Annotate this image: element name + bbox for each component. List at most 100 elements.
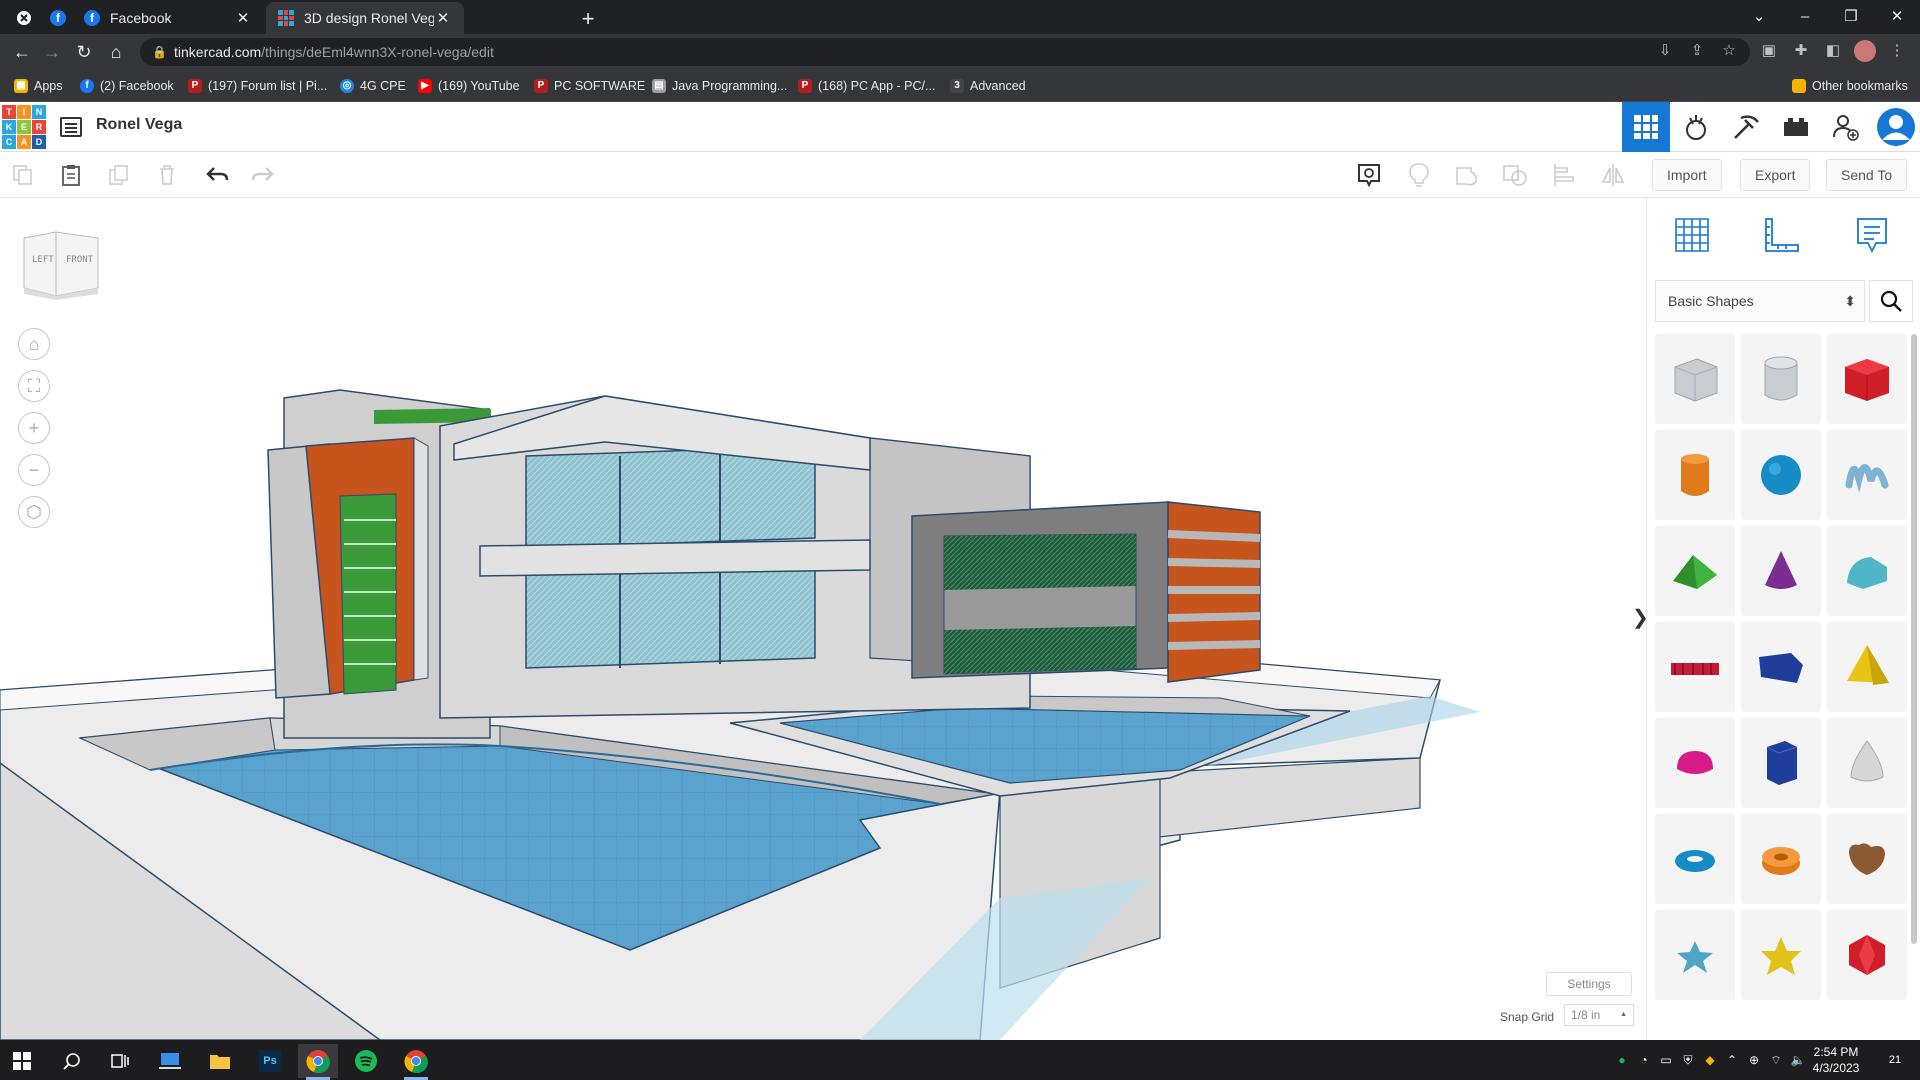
shape-round-roof[interactable]: [1827, 526, 1907, 616]
bookmark-star-icon[interactable]: ☆: [1718, 40, 1740, 62]
tray-network-icon[interactable]: ⊕: [1746, 1052, 1762, 1068]
bookmark-youtube[interactable]: ▶ (169) YouTube: [418, 77, 520, 95]
shape-cylinder[interactable]: [1655, 430, 1735, 520]
collapse-panel-button[interactable]: ❯: [1632, 598, 1646, 638]
user-avatar[interactable]: [1872, 102, 1920, 152]
tray-wifi-icon[interactable]: ⌔: [1768, 1052, 1784, 1068]
import-button[interactable]: Import: [1652, 159, 1722, 191]
task-view-button[interactable]: [100, 1044, 140, 1078]
design-title[interactable]: Ronel Vega: [96, 116, 182, 134]
chrome-menu-icon[interactable]: ⋮: [1886, 40, 1908, 62]
workplane-canvas[interactable]: LEFT FRONT ⌂ ⛶ + − ⬡ ❯ Settings Snap Gri…: [0, 198, 1646, 1040]
tab-facebook[interactable]: f Facebook ✕: [72, 2, 264, 34]
system-clock[interactable]: 2:54 PM 4/3/2023: [1800, 1044, 1872, 1076]
tab-tinkercad[interactable]: 3D design Ronel Vega | Tinkercad ✕: [266, 2, 464, 34]
tray-app-icon[interactable]: ◔: [1636, 1052, 1652, 1068]
bookmark-apps[interactable]: ▦ Apps: [14, 77, 63, 95]
duplicate-icon[interactable]: [106, 162, 132, 188]
share-icon[interactable]: ⇪: [1686, 40, 1708, 62]
delete-icon[interactable]: [154, 162, 180, 188]
tab-search-icon[interactable]: [6, 6, 42, 30]
tray-antivirus-icon[interactable]: ◆: [1702, 1052, 1718, 1068]
bookmark-forum-list[interactable]: P (197) Forum list | Pi...: [188, 77, 327, 95]
bookmark-pc-software[interactable]: P PC SOFTWARE: [534, 77, 645, 95]
blocks-view-button[interactable]: [1672, 102, 1720, 152]
new-tab-button[interactable]: +: [576, 6, 600, 32]
view-cube-left-face[interactable]: LEFT: [32, 255, 54, 265]
tray-monitor-icon[interactable]: ▭: [1658, 1052, 1674, 1068]
shape-torus[interactable]: [1655, 814, 1735, 904]
tab-search-chevron-icon[interactable]: ⌄: [1736, 4, 1782, 30]
taskbar-search-button[interactable]: [52, 1044, 92, 1078]
workplane-tool-button[interactable]: [1669, 212, 1715, 258]
bookmark-advanced[interactable]: 3 Advanced: [950, 77, 1026, 95]
garage-block[interactable]: [911, 501, 1261, 683]
install-app-icon[interactable]: ⇩: [1654, 40, 1676, 62]
address-bar[interactable]: 🔒 tinkercad.com/things/deEml4wnn3X-ronel…: [140, 38, 1750, 66]
settings-button[interactable]: Settings: [1546, 972, 1632, 996]
shape-star-solid[interactable]: [1741, 910, 1821, 1000]
zoom-in-button[interactable]: +: [18, 412, 50, 444]
close-window-button[interactable]: ✕: [1874, 4, 1920, 30]
tray-shield-icon[interactable]: ⛨: [1680, 1052, 1696, 1068]
3d-scene[interactable]: [0, 198, 1646, 1040]
forward-button[interactable]: →: [40, 40, 64, 64]
fit-view-button[interactable]: ⛶: [18, 370, 50, 402]
group-icon[interactable]: [1454, 162, 1480, 188]
taskbar-chrome[interactable]: [298, 1044, 338, 1080]
notes-tool-icon[interactable]: [1356, 162, 1382, 188]
redo-icon[interactable]: [250, 162, 276, 188]
tray-chevron-icon[interactable]: ⌃: [1724, 1052, 1740, 1068]
shape-paraboloid[interactable]: [1827, 718, 1907, 808]
home-view-button[interactable]: ⌂: [18, 328, 50, 360]
lightbulb-icon[interactable]: [1406, 162, 1432, 188]
close-tab-icon[interactable]: ✕: [234, 9, 252, 27]
shape-wedge[interactable]: [1741, 622, 1821, 712]
shape-heart[interactable]: [1827, 814, 1907, 904]
extensions-puzzle-icon[interactable]: ✚: [1790, 40, 1812, 62]
ungroup-icon[interactable]: [1502, 162, 1528, 188]
taskbar-spotify[interactable]: [346, 1044, 386, 1078]
undo-icon[interactable]: [204, 162, 230, 188]
restore-button[interactable]: ❐: [1828, 4, 1874, 30]
shape-sphere[interactable]: [1741, 430, 1821, 520]
start-button[interactable]: [2, 1044, 42, 1078]
perspective-toggle-button[interactable]: ⬡: [18, 496, 50, 528]
home-button[interactable]: ⌂: [104, 40, 128, 64]
tinkercad-logo[interactable]: T I N K E R C A D: [2, 105, 46, 149]
minimize-button[interactable]: –: [1782, 4, 1828, 30]
notes-button[interactable]: [1849, 212, 1895, 258]
align-icon[interactable]: [1552, 162, 1578, 188]
shape-scribble[interactable]: [1827, 430, 1907, 520]
profile-avatar[interactable]: [1854, 40, 1876, 62]
lego-view-button[interactable]: [1772, 102, 1820, 152]
view-cube[interactable]: LEFT FRONT: [22, 228, 100, 300]
taskbar-app-computer[interactable]: [150, 1044, 190, 1078]
shape-icosahedron[interactable]: [1827, 910, 1907, 1000]
taskbar-file-explorer[interactable]: [200, 1044, 240, 1078]
shape-half-sphere[interactable]: [1655, 718, 1735, 808]
shape-polygon[interactable]: [1741, 718, 1821, 808]
mirror-icon[interactable]: [1600, 162, 1626, 188]
3d-design-view-button[interactable]: [1622, 102, 1670, 152]
notification-center-button[interactable]: 21: [1880, 1046, 1910, 1074]
reload-button[interactable]: ↻: [72, 40, 96, 64]
design-menu-icon[interactable]: [60, 117, 82, 137]
bricks-view-button[interactable]: [1722, 102, 1770, 152]
export-button[interactable]: Export: [1740, 159, 1811, 191]
share-collaborate-button[interactable]: [1822, 102, 1870, 152]
other-bookmarks[interactable]: Other bookmarks: [1792, 77, 1908, 95]
shape-roof[interactable]: [1655, 526, 1735, 616]
bookmark-4g-cpe[interactable]: ◎ 4G CPE: [340, 77, 406, 95]
bookmark-facebook[interactable]: f (2) Facebook: [80, 77, 174, 95]
shape-box-hole[interactable]: [1655, 334, 1735, 424]
shape-tube[interactable]: [1741, 814, 1821, 904]
bookmark-pc-app[interactable]: P (168) PC App - PC/...: [798, 77, 935, 95]
shape-pyramid[interactable]: [1827, 622, 1907, 712]
shape-category-select[interactable]: Basic Shapes: [1655, 280, 1865, 322]
shape-cone[interactable]: [1741, 526, 1821, 616]
shape-star[interactable]: [1655, 910, 1735, 1000]
side-panel-icon[interactable]: ◧: [1822, 40, 1844, 62]
bookmark-java-programming[interactable]: ▤ Java Programming...: [652, 77, 787, 95]
shape-cylinder-hole[interactable]: [1741, 334, 1821, 424]
